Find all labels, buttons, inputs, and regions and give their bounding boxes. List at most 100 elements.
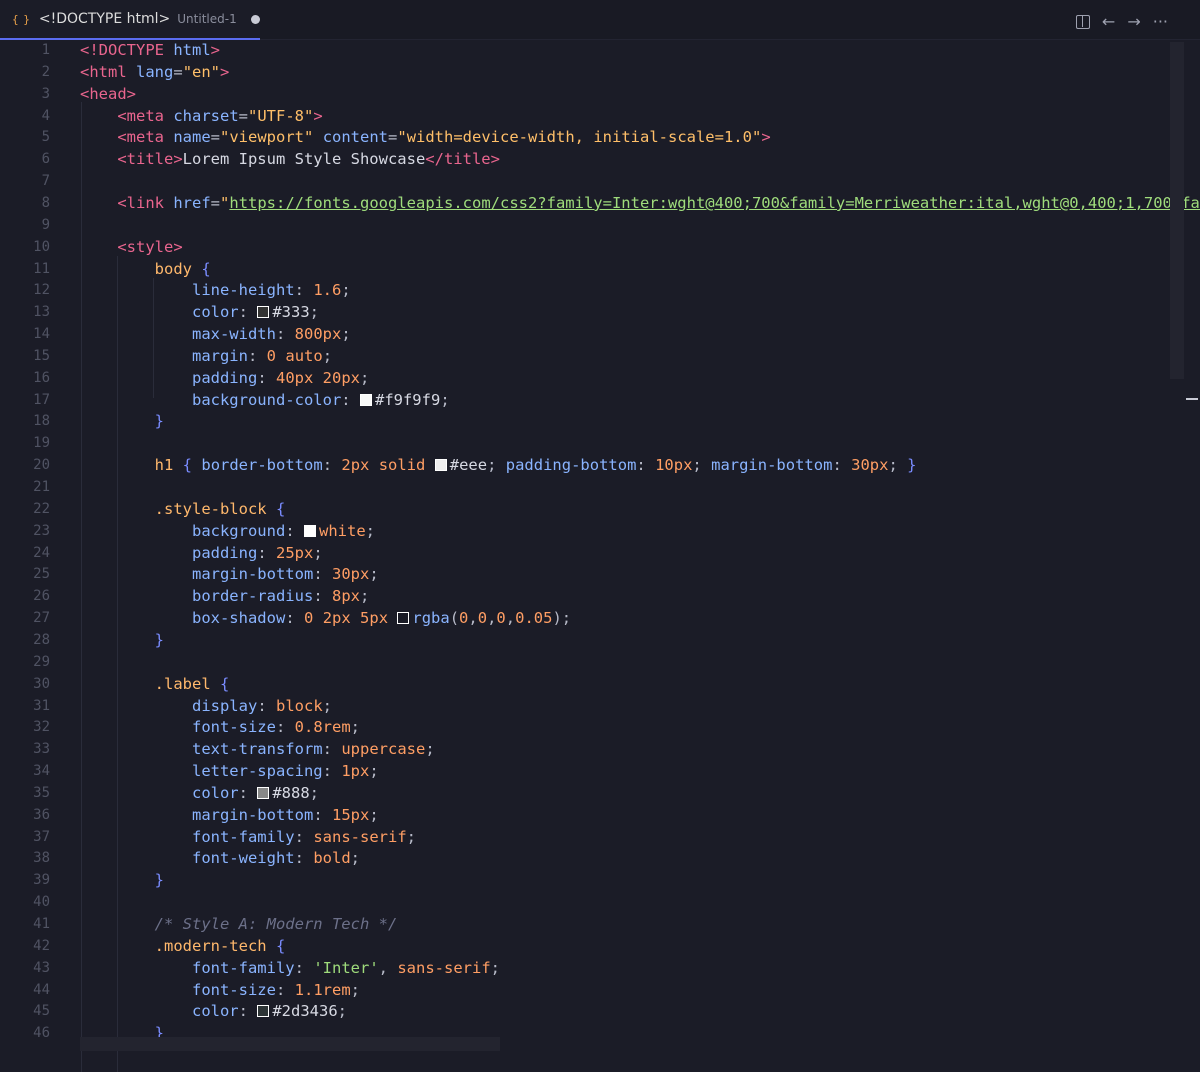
- line-number: 17: [33, 391, 50, 408]
- code-line[interactable]: 34 letter-spacing: 1px;: [0, 760, 1170, 782]
- editor-actions: ← → ···: [1075, 12, 1168, 32]
- code-line[interactable]: 44 font-size: 1.1rem;: [0, 979, 1170, 1001]
- line-code: color: #2d3436;: [191, 1002, 348, 1021]
- line-number: 7: [41, 173, 50, 190]
- line-code: font-weight: bold;: [191, 849, 360, 868]
- line-number: 12: [33, 282, 50, 299]
- code-line[interactable]: 28 }: [0, 629, 1170, 651]
- code-line[interactable]: 37 font-family: sans-serif;: [0, 826, 1170, 848]
- line-code: color: #333;: [191, 303, 320, 322]
- code-line[interactable]: 33 text-transform: uppercase;: [0, 738, 1170, 760]
- line-number: 5: [41, 129, 50, 146]
- line-code: }: [154, 630, 164, 649]
- code-line[interactable]: 19: [0, 432, 1170, 454]
- line-code: background-color: #f9f9f9;: [191, 390, 450, 409]
- line-code: }: [154, 871, 164, 890]
- line-code: <meta charset="UTF-8">: [117, 106, 323, 125]
- code-line[interactable]: 22 .style-block {: [0, 498, 1170, 520]
- line-number: 4: [41, 107, 50, 124]
- line-number: 36: [33, 806, 50, 823]
- line-code: margin-bottom: 30px;: [191, 565, 379, 584]
- line-code: .style-block {: [154, 499, 286, 518]
- vertical-scrollbar-thumb[interactable]: [1170, 42, 1184, 379]
- line-number: 10: [33, 238, 50, 255]
- code-line[interactable]: 26 border-radius: 8px;: [0, 585, 1170, 607]
- code-line[interactable]: 3 <head>: [0, 83, 1170, 105]
- code-line[interactable]: 45 color: #2d3436;: [0, 1000, 1170, 1022]
- code-line[interactable]: 32 font-size: 0.8rem;: [0, 716, 1170, 738]
- line-number: 40: [33, 894, 50, 911]
- line-number: 11: [33, 260, 50, 277]
- horizontal-scrollbar-thumb[interactable]: [80, 1037, 500, 1051]
- code-line[interactable]: 31 display: block;: [0, 695, 1170, 717]
- code-line[interactable]: 42 .modern-tech {: [0, 935, 1170, 957]
- code-line[interactable]: 14 max-width: 800px;: [0, 323, 1170, 345]
- line-code: font-size: 1.1rem;: [191, 980, 361, 999]
- line-number: 46: [33, 1025, 50, 1042]
- go-forward-icon[interactable]: →: [1127, 14, 1140, 30]
- line-number: 28: [33, 631, 50, 648]
- line-number: 37: [33, 828, 50, 845]
- code-line[interactable]: 4 <meta charset="UTF-8">: [0, 105, 1170, 127]
- code-line[interactable]: 10 <style>: [0, 236, 1170, 258]
- editor-tab-bar: { } <!DOCTYPE html> Untitled-1 ← → ···: [0, 0, 1200, 40]
- split-editor-icon[interactable]: [1075, 15, 1090, 29]
- code-line[interactable]: 39 }: [0, 869, 1170, 891]
- code-line[interactable]: 8 <link href="https://fonts.googleapis.c…: [0, 192, 1200, 214]
- line-code: font-family: sans-serif;: [191, 827, 416, 846]
- unsaved-dot-icon[interactable]: [250, 14, 260, 24]
- code-line[interactable]: 5 <meta name="viewport" content="width=d…: [0, 126, 1170, 148]
- code-line[interactable]: 43 font-family: 'Inter', sans-serif;: [0, 957, 1170, 979]
- code-line[interactable]: 40: [0, 891, 1170, 913]
- code-line[interactable]: 36 margin-bottom: 15px;: [0, 804, 1170, 826]
- code-line[interactable]: 7: [0, 170, 1170, 192]
- line-code: h1 { border-bottom: 2px solid #eee; padd…: [154, 456, 917, 475]
- line-number: 8: [41, 194, 50, 211]
- line-code: <meta name="viewport" content="width=dev…: [117, 128, 771, 147]
- code-line[interactable]: 21: [0, 476, 1170, 498]
- line-number: 2: [41, 63, 50, 80]
- code-line[interactable]: 16 padding: 40px 20px;: [0, 367, 1170, 389]
- json-file-icon: { }: [12, 12, 30, 26]
- line-number: 44: [33, 981, 50, 998]
- line-code: <!DOCTYPE html>: [80, 41, 221, 59]
- line-code: font-size: 0.8rem;: [191, 718, 361, 737]
- line-code: border-radius: 8px;: [191, 587, 370, 606]
- code-line[interactable]: 9: [0, 214, 1170, 236]
- more-actions-icon[interactable]: ···: [1153, 14, 1168, 30]
- code-line[interactable]: 29: [0, 651, 1170, 673]
- line-number: 14: [33, 326, 50, 343]
- code-line[interactable]: 17 background-color: #f9f9f9;: [0, 389, 1170, 411]
- line-number: 1: [41, 42, 50, 58]
- code-line[interactable]: 38 font-weight: bold;: [0, 847, 1170, 869]
- line-number: 13: [33, 304, 50, 321]
- go-back-icon[interactable]: ←: [1102, 14, 1115, 30]
- code-line[interactable]: 15 margin: 0 auto;: [0, 345, 1170, 367]
- code-line[interactable]: 24 padding: 25px;: [0, 542, 1170, 564]
- code-line[interactable]: 2 <html lang="en">: [0, 61, 1170, 83]
- code-line[interactable]: 18 }: [0, 410, 1170, 432]
- code-line[interactable]: 41 /* Style A: Modern Tech */: [0, 913, 1170, 935]
- line-code: }: [154, 412, 164, 431]
- code-line[interactable]: 20 h1 { border-bottom: 2px solid #eee; p…: [0, 454, 1170, 476]
- line-number: 16: [33, 369, 50, 386]
- code-line[interactable]: 1 <!DOCTYPE html>: [0, 39, 1170, 61]
- line-number: 27: [33, 610, 50, 627]
- code-line[interactable]: 6 <title>Lorem Ipsum Style Showcase</tit…: [0, 148, 1170, 170]
- code-editor[interactable]: 1 <!DOCTYPE html> 2 <html lang="en"> 3 <head>…: [0, 39, 1200, 1072]
- line-code: <style>: [117, 237, 183, 256]
- code-line[interactable]: 27 box-shadow: 0 2px 5px rgba(0,0,0,0.05…: [0, 607, 1170, 629]
- code-line[interactable]: 25 margin-bottom: 30px;: [0, 563, 1170, 585]
- code-line[interactable]: 11 body {: [0, 258, 1170, 280]
- code-line[interactable]: 30 .label {: [0, 673, 1170, 695]
- line-code: padding: 40px 20px;: [191, 368, 370, 387]
- code-line[interactable]: 12 line-height: 1.6;: [0, 279, 1170, 301]
- line-code: margin-bottom: 15px;: [191, 805, 379, 824]
- line-number: 24: [33, 544, 50, 561]
- tab-title: <!DOCTYPE html>: [38, 11, 171, 27]
- code-line[interactable]: 35 color: #888;: [0, 782, 1170, 804]
- editor-tab-untitled-1[interactable]: { } <!DOCTYPE html> Untitled-1: [0, 0, 260, 40]
- code-line[interactable]: 13 color: #333;: [0, 301, 1170, 323]
- line-number: 38: [33, 850, 50, 867]
- code-line[interactable]: 23 background: white;: [0, 520, 1170, 542]
